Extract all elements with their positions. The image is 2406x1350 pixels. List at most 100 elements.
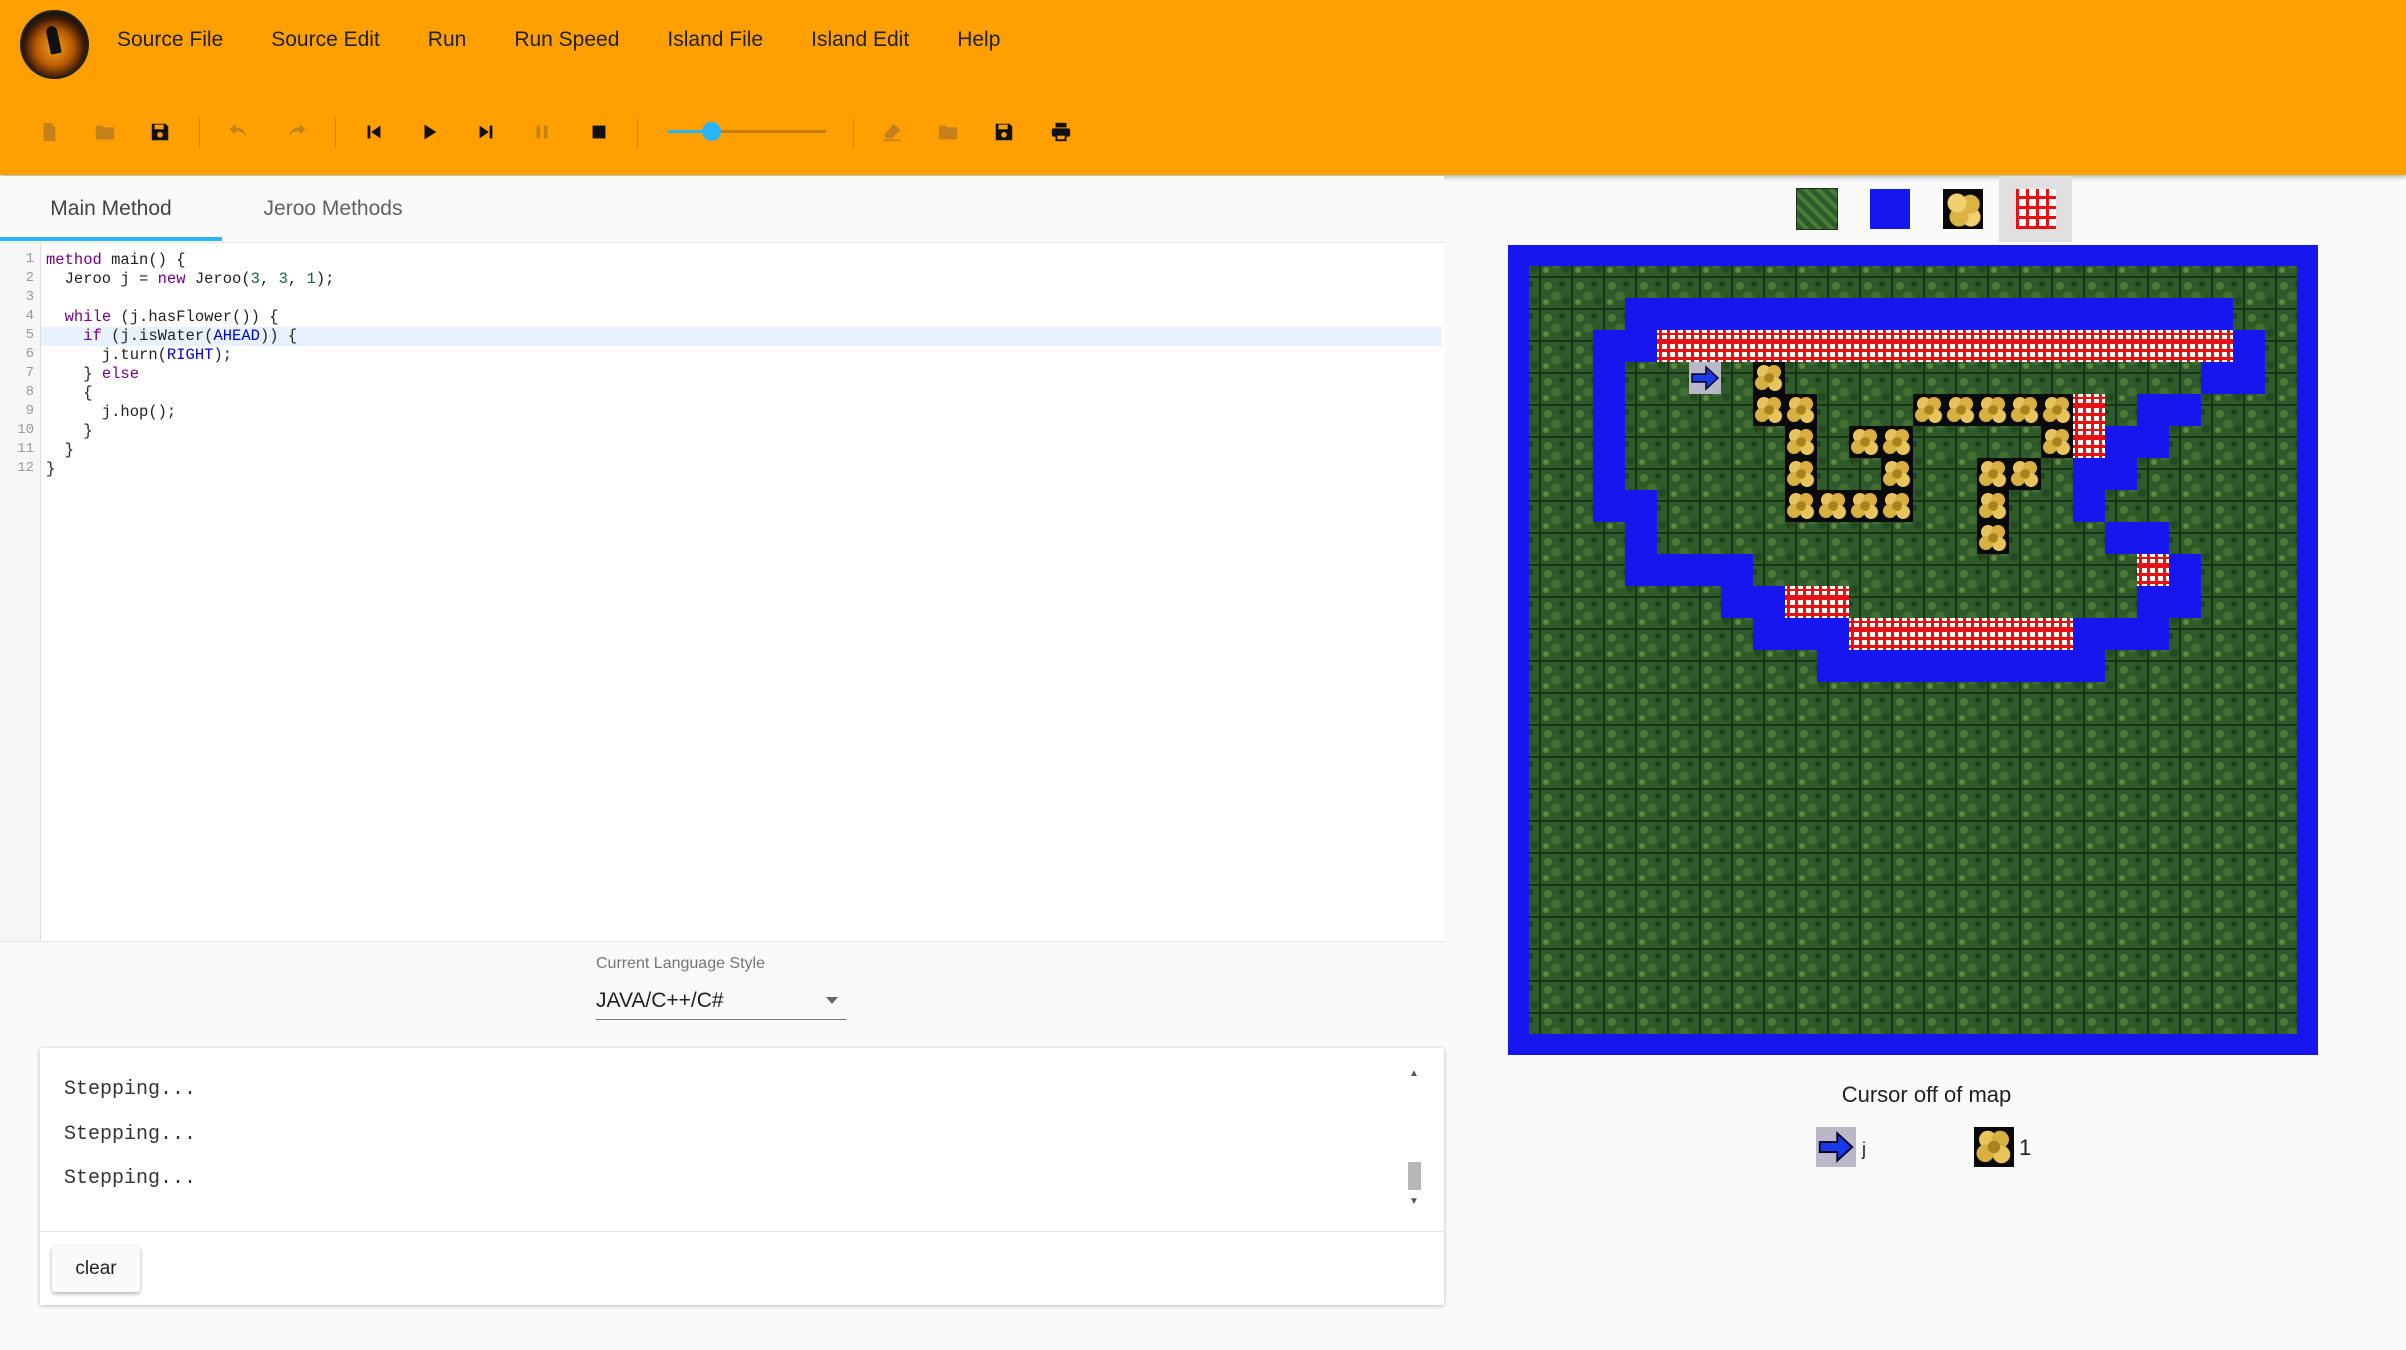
grass-tile[interactable] <box>1945 490 1977 522</box>
grass-tile[interactable] <box>1561 618 1593 650</box>
grass-tile[interactable] <box>1529 394 1561 426</box>
water-tile[interactable] <box>2137 586 2169 618</box>
grass-tile[interactable] <box>1945 938 1977 970</box>
water-tile[interactable] <box>2009 298 2041 330</box>
net-tile[interactable] <box>1817 330 1849 362</box>
grass-tile[interactable] <box>1721 746 1753 778</box>
water-tile[interactable] <box>1913 1034 1945 1055</box>
palette-net[interactable] <box>1999 176 2072 242</box>
water-tile[interactable] <box>1593 245 1625 266</box>
new-file-icon[interactable] <box>34 117 64 147</box>
pause-icon[interactable] <box>527 117 557 147</box>
net-tile[interactable] <box>1849 330 1881 362</box>
grass-tile[interactable] <box>1785 682 1817 714</box>
step-icon[interactable] <box>471 117 501 147</box>
grass-tile[interactable] <box>1657 682 1689 714</box>
water-tile[interactable] <box>1508 394 1529 426</box>
water-tile[interactable] <box>2073 298 2105 330</box>
grass-tile[interactable] <box>1753 650 1785 682</box>
water-tile[interactable] <box>2009 245 2041 266</box>
water-tile[interactable] <box>1817 618 1849 650</box>
palette-grass[interactable] <box>1780 176 1853 242</box>
grass-tile[interactable] <box>1849 394 1881 426</box>
water-tile[interactable] <box>1977 245 2009 266</box>
grass-tile[interactable] <box>2265 874 2297 906</box>
grass-tile[interactable] <box>2041 682 2073 714</box>
grass-tile[interactable] <box>2169 266 2201 298</box>
grass-tile[interactable] <box>1561 874 1593 906</box>
grass-tile[interactable] <box>1721 874 1753 906</box>
water-tile[interactable] <box>2137 245 2169 266</box>
grass-tile[interactable] <box>2201 970 2233 1002</box>
grass-tile[interactable] <box>1561 1002 1593 1034</box>
grass-tile[interactable] <box>2233 650 2265 682</box>
grass-tile[interactable] <box>2201 586 2233 618</box>
grass-tile[interactable] <box>1977 554 2009 586</box>
grass-tile[interactable] <box>1689 522 1721 554</box>
grass-tile[interactable] <box>2041 778 2073 810</box>
grass-tile[interactable] <box>1881 938 1913 970</box>
grass-tile[interactable] <box>1753 938 1785 970</box>
grass-tile[interactable] <box>2169 650 2201 682</box>
tab-jeroo-methods[interactable]: Jeroo Methods <box>222 176 444 242</box>
grass-tile[interactable] <box>2073 266 2105 298</box>
print-icon[interactable] <box>1046 117 1076 147</box>
water-tile[interactable] <box>2137 426 2169 458</box>
grass-tile[interactable] <box>2201 426 2233 458</box>
grass-tile[interactable] <box>2009 842 2041 874</box>
grass-tile[interactable] <box>2041 586 2073 618</box>
grass-tile[interactable] <box>1657 458 1689 490</box>
grass-tile[interactable] <box>1593 1002 1625 1034</box>
grass-tile[interactable] <box>2265 298 2297 330</box>
grass-tile[interactable] <box>1657 714 1689 746</box>
grass-tile[interactable] <box>1881 522 1913 554</box>
grass-tile[interactable] <box>1913 714 1945 746</box>
grass-tile[interactable] <box>1625 618 1657 650</box>
grass-tile[interactable] <box>2009 490 2041 522</box>
water-tile[interactable] <box>2297 266 2318 298</box>
grass-tile[interactable] <box>1785 522 1817 554</box>
grass-tile[interactable] <box>2201 394 2233 426</box>
grass-tile[interactable] <box>1721 650 1753 682</box>
grass-tile[interactable] <box>1657 842 1689 874</box>
water-tile[interactable] <box>2073 650 2105 682</box>
grass-tile[interactable] <box>1913 970 1945 1002</box>
grass-tile[interactable] <box>1689 650 1721 682</box>
net-tile[interactable] <box>1721 330 1753 362</box>
grass-tile[interactable] <box>1657 778 1689 810</box>
scroll-thumb[interactable] <box>1408 1162 1421 1190</box>
grass-tile[interactable] <box>1977 810 2009 842</box>
grass-tile[interactable] <box>1753 714 1785 746</box>
water-tile[interactable] <box>1849 298 1881 330</box>
grass-tile[interactable] <box>1945 906 1977 938</box>
grass-tile[interactable] <box>1913 778 1945 810</box>
grass-tile[interactable] <box>2265 618 2297 650</box>
water-tile[interactable] <box>1753 618 1785 650</box>
grass-tile[interactable] <box>1593 874 1625 906</box>
grass-tile[interactable] <box>2169 682 2201 714</box>
water-tile[interactable] <box>1508 490 1529 522</box>
grass-tile[interactable] <box>1785 906 1817 938</box>
grass-tile[interactable] <box>1625 842 1657 874</box>
water-tile[interactable] <box>1561 245 1593 266</box>
grass-tile[interactable] <box>1785 1002 1817 1034</box>
grass-tile[interactable] <box>1977 682 2009 714</box>
grass-tile[interactable] <box>2009 522 2041 554</box>
grass-tile[interactable] <box>1561 810 1593 842</box>
grass-tile[interactable] <box>1849 266 1881 298</box>
grass-tile[interactable] <box>2041 746 2073 778</box>
net-tile[interactable] <box>2073 330 2105 362</box>
grass-tile[interactable] <box>1689 810 1721 842</box>
grass-tile[interactable] <box>1817 778 1849 810</box>
grass-tile[interactable] <box>1561 362 1593 394</box>
grass-tile[interactable] <box>2137 682 2169 714</box>
grass-tile[interactable] <box>1561 906 1593 938</box>
save-island-icon[interactable] <box>989 117 1019 147</box>
grass-tile[interactable] <box>1945 714 1977 746</box>
grass-tile[interactable] <box>1721 714 1753 746</box>
water-tile[interactable] <box>2105 1034 2137 1055</box>
water-tile[interactable] <box>2233 1034 2265 1055</box>
grass-tile[interactable] <box>1561 426 1593 458</box>
grass-tile[interactable] <box>1881 842 1913 874</box>
grass-tile[interactable] <box>2137 266 2169 298</box>
